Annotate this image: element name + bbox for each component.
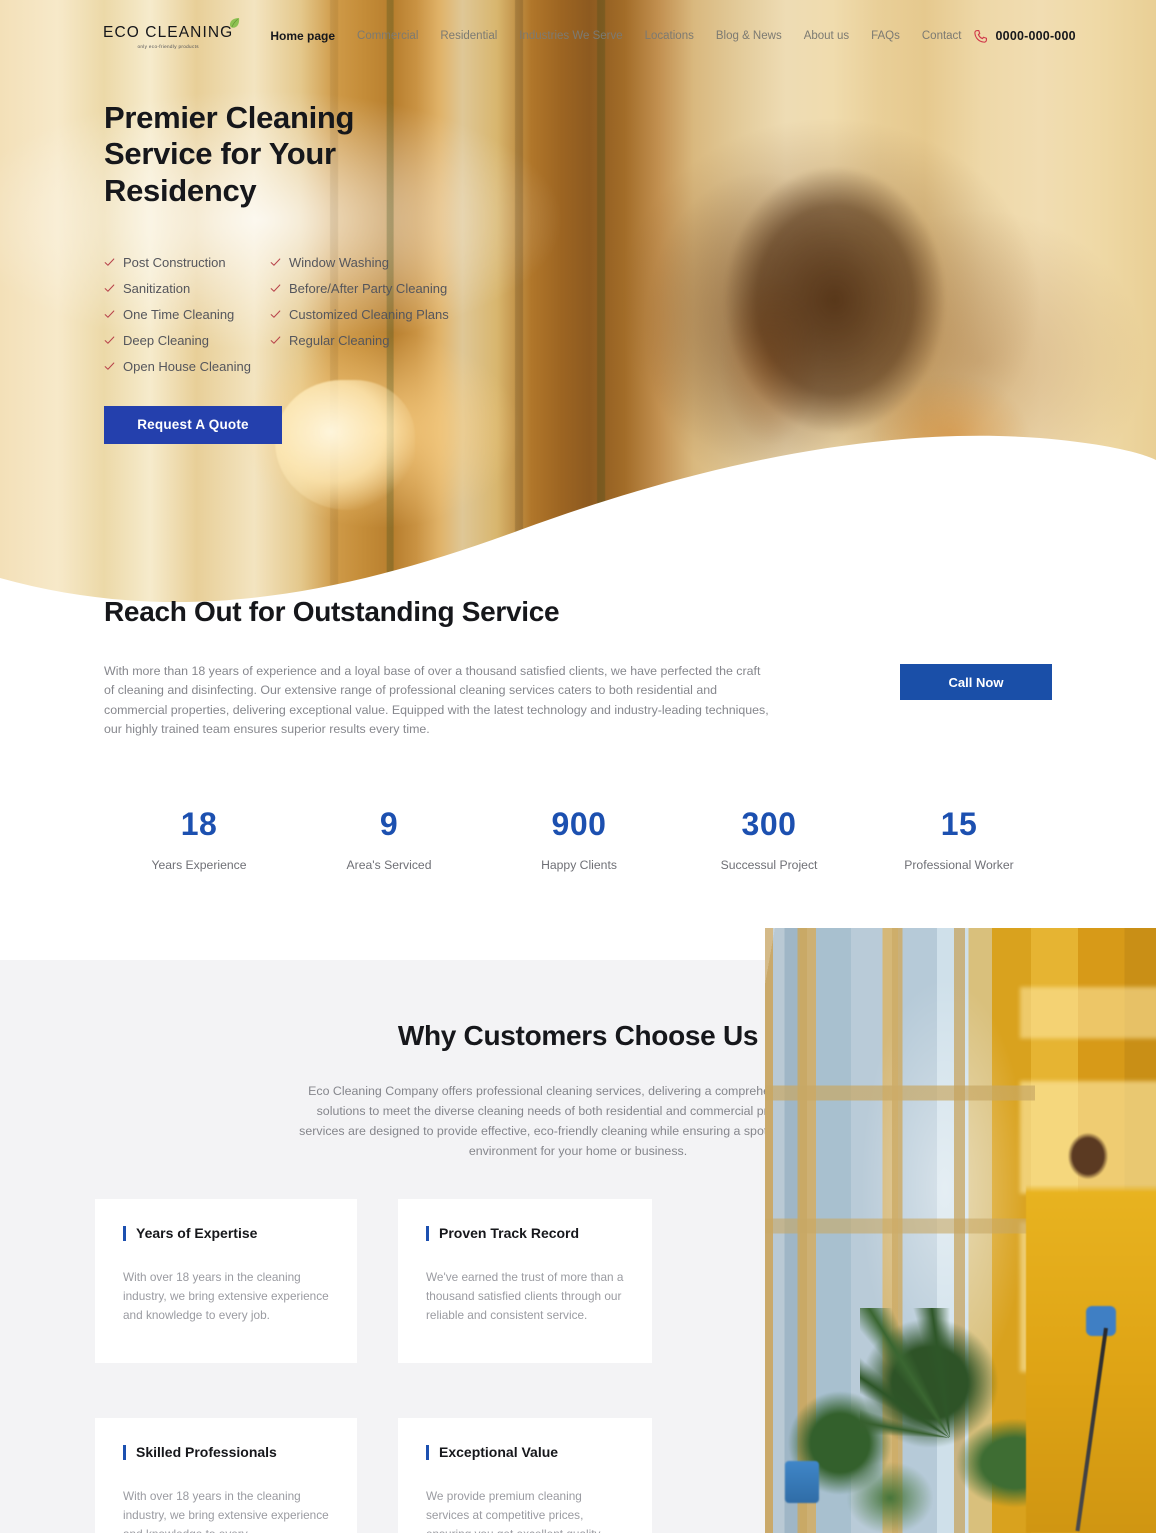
stat-item: 18 Years Experience [104, 808, 294, 872]
feature-card-text: We've earned the trust of more than a th… [426, 1270, 624, 1323]
nav-item-about-us[interactable]: About us [793, 30, 860, 42]
accent-bar-icon [123, 1225, 126, 1241]
check-icon [270, 258, 281, 266]
nav-item-industries-we-serve[interactable]: Industries We Serve [508, 30, 633, 42]
hero-service-label: Post Construction [123, 254, 226, 270]
blue-glove [1086, 1306, 1116, 1336]
feature-card: Proven Track Record We've earned the tru… [398, 1199, 652, 1363]
nav-item-locations[interactable]: Locations [634, 30, 705, 42]
feature-card-title-row: Years of Expertise [123, 1225, 329, 1241]
hero-service-item: One Time Cleaning [104, 307, 270, 322]
feature-card-title: Skilled Professionals [136, 1444, 277, 1460]
stat-value: 9 [379, 806, 399, 842]
hero-service-item: Open House Cleaning [104, 359, 270, 374]
hero-service-label: Open House Cleaning [123, 358, 251, 374]
check-icon [104, 362, 115, 370]
logo-tagline: only eco-friendly products [137, 43, 199, 49]
stat-value: 18 [180, 806, 218, 842]
reach-out-row: With more than 18 years of experience an… [104, 662, 1052, 740]
nav-item-home-page[interactable]: Home page [259, 29, 346, 43]
main-navigation: ECO CLEANING only eco-friendly products … [0, 0, 1156, 72]
hero-service-label: Window Washing [289, 254, 389, 270]
feature-card-title: Years of Expertise [136, 1225, 258, 1241]
stat-label: Area's Serviced [346, 858, 432, 872]
leaf-icon [230, 17, 240, 28]
hero-service-item: Customized Cleaning Plans [270, 307, 744, 322]
nav-phone-block[interactable]: 0000-000-000 [973, 29, 1076, 44]
feature-card-title-row: Exceptional Value [426, 1444, 624, 1460]
reach-out-body: With more than 18 years of experience an… [104, 664, 769, 737]
phone-icon [973, 29, 987, 43]
site-logo[interactable]: ECO CLEANING only eco-friendly products [103, 17, 240, 49]
check-icon [104, 258, 115, 266]
feature-card-title-row: Skilled Professionals [123, 1444, 329, 1460]
palm-fronds [860, 1308, 1040, 1438]
feature-card: Years of Expertise With over 18 years in… [95, 1199, 357, 1363]
nav-links: Home page Commercial Residential Industr… [259, 29, 972, 43]
hero-service-item: Window Washing [270, 255, 744, 270]
stat-item: 9 Area's Serviced [294, 808, 484, 872]
stat-item: 900 Happy Clients [484, 808, 674, 872]
hero-service-item: Sanitization [104, 281, 270, 296]
hero-service-item: Post Construction [104, 255, 270, 270]
stat-label: Happy Clients [541, 858, 617, 872]
stats-section: 18 Years Experience 9 Area's Serviced 90… [104, 808, 1054, 872]
nav-item-residential[interactable]: Residential [429, 30, 508, 42]
phone-number: 0000-000-000 [995, 29, 1076, 43]
hero-service-label: Deep Cleaning [123, 332, 210, 348]
hero-service-list: Post Construction Window Washing Sanitiz… [104, 255, 744, 374]
stat-value: 15 [940, 806, 978, 842]
feature-card-text: With over 18 years in the cleaning indus… [123, 1270, 329, 1323]
feature-card: Skilled Professionals With over 18 years… [95, 1418, 357, 1533]
feature-card-title: Exceptional Value [439, 1444, 559, 1460]
nav-item-blog-and-news[interactable]: Blog & News [705, 30, 793, 42]
logo-wordmark: ECO CLEANING [103, 23, 234, 41]
hero-service-item: Deep Cleaning [104, 333, 270, 348]
stat-value: 900 [551, 806, 607, 842]
nav-item-commercial[interactable]: Commercial [346, 30, 429, 42]
reach-out-title: Reach Out for Outstanding Service [104, 596, 560, 627]
hero-service-label: One Time Cleaning [123, 306, 235, 322]
check-icon [270, 336, 281, 344]
feature-card-text: We provide premium cleaning services at … [426, 1489, 600, 1533]
hero-title: Premier Cleaning Service for Your Reside… [104, 100, 355, 208]
check-icon [104, 284, 115, 292]
hero-content: Premier Cleaning Service for Your Reside… [104, 100, 744, 444]
check-icon [270, 284, 281, 292]
feature-card-grid: Years of Expertise With over 18 years in… [95, 1199, 655, 1533]
check-icon [104, 310, 115, 318]
nav-item-contact[interactable]: Contact [911, 30, 973, 42]
reach-out-section: Reach Out for Outstanding Service With m… [0, 596, 1156, 740]
request-a-quote-button[interactable]: Request A Quote [104, 405, 282, 444]
accent-bar-icon [426, 1225, 429, 1241]
hero-service-label: Regular Cleaning [289, 332, 390, 348]
hero-service-label: Before/After Party Cleaning [289, 280, 448, 296]
hero-service-label: Sanitization [123, 280, 191, 296]
hero-service-item: Regular Cleaning [270, 333, 744, 348]
nav-item-faqs[interactable]: FAQs [860, 30, 911, 42]
hero-service-item: Before/After Party Cleaning [270, 281, 744, 296]
check-icon [104, 336, 115, 344]
stat-label: Successul Project [720, 858, 818, 872]
stat-value: 300 [741, 806, 797, 842]
feature-card-title: Proven Track Record [439, 1225, 580, 1241]
stat-label: Years Experience [151, 858, 247, 872]
stat-label: Professional Worker [904, 858, 1014, 872]
feature-card-text: With over 18 years in the cleaning indus… [123, 1489, 329, 1533]
accent-bar-icon [123, 1444, 126, 1460]
spray-bottle [785, 1461, 819, 1503]
hero-service-label: Customized Cleaning Plans [289, 306, 449, 322]
stat-item: 15 Professional Worker [864, 808, 1054, 872]
check-icon [270, 310, 281, 318]
hero-section: ECO CLEANING only eco-friendly products … [0, 0, 1156, 620]
feature-card-title-row: Proven Track Record [426, 1225, 624, 1241]
stat-item: 300 Successul Project [674, 808, 864, 872]
landing-page: ECO CLEANING only eco-friendly products … [0, 0, 1156, 1533]
call-now-button[interactable]: Call Now [900, 664, 1052, 700]
accent-bar-icon [426, 1444, 429, 1460]
feature-card: Exceptional Value We provide premium cle… [398, 1418, 652, 1533]
cleaner-photo [765, 928, 1156, 1533]
